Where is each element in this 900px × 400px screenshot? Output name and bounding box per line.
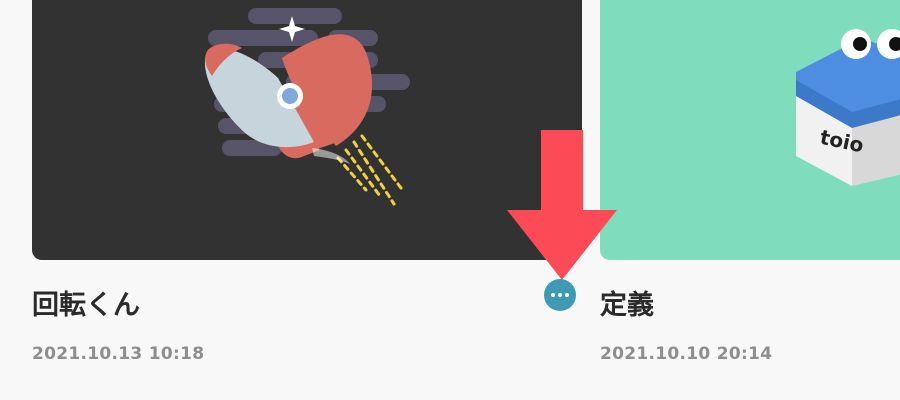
project-card-2[interactable]: toio 定義 2021.10.10 20:14	[600, 0, 900, 364]
project-card-1[interactable]: 回転くん 2021.10.13 10:18	[32, 0, 582, 364]
project-thumbnail[interactable]: toio	[600, 0, 900, 260]
more-dots-icon	[558, 293, 562, 297]
project-title[interactable]: 定義	[600, 283, 654, 322]
down-arrow-icon	[507, 130, 617, 280]
project-date: 2021.10.13 10:18	[32, 344, 205, 364]
more-dots-icon	[551, 293, 555, 297]
project-date: 2021.10.10 20:14	[600, 344, 773, 364]
project-title[interactable]: 回転くん	[32, 283, 140, 322]
rocket-icon	[204, 8, 410, 206]
toio-cube-icon: toio	[796, 29, 900, 186]
more-options-button[interactable]	[544, 279, 576, 311]
project-gallery: 回転くん 2021.10.13 10:18 toio 定義 2021.10.10…	[0, 0, 900, 400]
more-dots-icon	[565, 293, 569, 297]
project-thumbnail[interactable]	[32, 0, 582, 260]
